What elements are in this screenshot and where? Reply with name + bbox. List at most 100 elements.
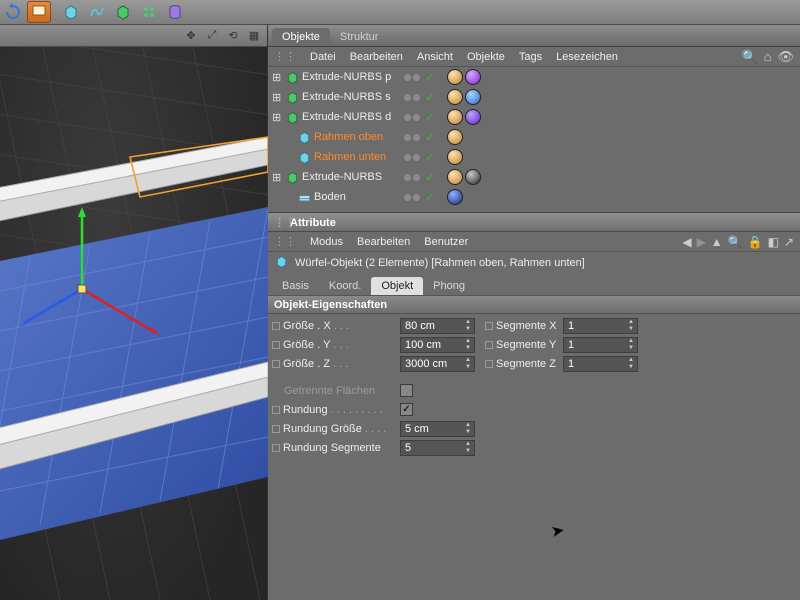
visibility-dots[interactable]: ✓ <box>401 110 441 124</box>
tool-cube[interactable] <box>59 1 83 23</box>
tag-mat-purple[interactable] <box>465 69 481 85</box>
tool-undo[interactable] <box>1 1 25 23</box>
enable-check-icon[interactable]: ✓ <box>425 150 435 164</box>
anim-dot[interactable] <box>272 322 280 330</box>
ext-icon[interactable]: ↗ <box>784 235 794 249</box>
tag-mat-navy[interactable] <box>447 189 463 205</box>
view-rotate-icon[interactable]: ⟲ <box>224 27 242 45</box>
field-size-z[interactable]: 3000 cm▲▼ <box>400 356 475 372</box>
menu-file[interactable]: Datei <box>310 51 336 63</box>
tab-phong[interactable]: Phong <box>423 277 475 295</box>
menu-tags[interactable]: Tags <box>519 51 542 63</box>
tree-row[interactable]: Rahmen unten ✓ <box>268 147 800 167</box>
field-fillet-seg[interactable]: 5▲▼ <box>400 440 475 456</box>
anim-dot[interactable] <box>272 360 280 368</box>
tree-row[interactable]: Boden ✓ <box>268 187 800 207</box>
expand-icon[interactable]: ⊞ <box>272 171 282 184</box>
menu-objects[interactable]: Objekte <box>467 51 505 63</box>
tab-basis[interactable]: Basis <box>272 277 319 295</box>
tree-row[interactable]: ⊞ Extrude-NURBS d ✓ <box>268 107 800 127</box>
tag-phong[interactable] <box>447 149 463 165</box>
checkbox-fillet[interactable] <box>400 403 413 416</box>
object-name[interactable]: Rahmen unten <box>314 151 401 163</box>
tree-row[interactable]: ⊞ Extrude-NURBS s ✓ <box>268 87 800 107</box>
view-zoom-icon[interactable]: ⤢ <box>203 27 221 45</box>
tag-phong[interactable] <box>447 69 463 85</box>
tab-koord[interactable]: Koord. <box>319 277 371 295</box>
expand-icon[interactable]: ⊞ <box>272 91 282 104</box>
anim-dot[interactable] <box>485 360 493 368</box>
tab-objects[interactable]: Objekte <box>272 28 330 46</box>
tool-deformer[interactable] <box>163 1 187 23</box>
menu-edit[interactable]: Bearbeiten <box>357 236 410 248</box>
anim-dot[interactable] <box>272 425 280 433</box>
object-name[interactable]: Extrude-NURBS p <box>302 71 401 83</box>
anim-dot[interactable] <box>272 406 280 414</box>
object-name[interactable]: Boden <box>314 191 401 203</box>
tab-structure[interactable]: Struktur <box>330 28 389 46</box>
enable-check-icon[interactable]: ✓ <box>425 70 435 84</box>
field-seg-z[interactable]: 1▲▼ <box>563 356 638 372</box>
enable-check-icon[interactable]: ✓ <box>425 130 435 144</box>
lock-icon[interactable]: 🔒 <box>748 235 763 249</box>
visibility-dots[interactable]: ✓ <box>401 70 441 84</box>
tool-spline[interactable] <box>85 1 109 23</box>
object-tree[interactable]: ⊞ Extrude-NURBS p ✓ ⊞ Extrude-NURBS s ✓ ⊞ Extru… <box>268 67 800 213</box>
menu-bookmarks[interactable]: Lesezeichen <box>556 51 618 63</box>
field-size-x[interactable]: 80 cm▲▼ <box>400 318 475 334</box>
tool-array[interactable] <box>137 1 161 23</box>
field-size-y[interactable]: 100 cm▲▼ <box>400 337 475 353</box>
new-icon[interactable]: ◧ <box>768 235 779 249</box>
tab-objekt[interactable]: Objekt <box>371 277 423 295</box>
tree-row[interactable]: Rahmen oben ✓ <box>268 127 800 147</box>
visibility-dots[interactable]: ✓ <box>401 90 441 104</box>
expand-icon[interactable]: ⊞ <box>272 71 282 84</box>
visibility-dots[interactable]: ✓ <box>401 170 441 184</box>
tool-live-select[interactable] <box>27 1 51 23</box>
nav-fwd-icon[interactable]: ▶ <box>697 235 706 249</box>
anim-dot[interactable] <box>485 341 493 349</box>
visibility-dots[interactable]: ✓ <box>401 190 441 204</box>
menu-mode[interactable]: Modus <box>310 236 343 248</box>
tag-mat-violet[interactable] <box>465 109 481 125</box>
tag-mat-blue[interactable] <box>465 89 481 105</box>
search-icon[interactable]: 🔍 <box>728 235 743 249</box>
tag-phong[interactable] <box>447 129 463 145</box>
anim-dot[interactable] <box>272 444 280 452</box>
enable-check-icon[interactable]: ✓ <box>425 170 435 184</box>
visibility-dots[interactable]: ✓ <box>401 150 441 164</box>
menu-user[interactable]: Benutzer <box>424 236 468 248</box>
field-fillet-size[interactable]: 5 cm▲▼ <box>400 421 475 437</box>
object-name[interactable]: Rahmen oben <box>314 131 401 143</box>
object-name[interactable]: Extrude-NURBS <box>302 171 401 183</box>
tree-row[interactable]: ⊞ Extrude-NURBS p ✓ <box>268 67 800 87</box>
enable-check-icon[interactable]: ✓ <box>425 90 435 104</box>
view-layout-icon[interactable]: ▦ <box>245 27 263 45</box>
enable-check-icon[interactable]: ✓ <box>425 190 435 204</box>
field-seg-x[interactable]: 1▲▼ <box>563 318 638 334</box>
home-icon[interactable]: ⌂ <box>764 49 772 64</box>
nav-up-icon[interactable]: ▲ <box>711 235 723 249</box>
menu-edit[interactable]: Bearbeiten <box>350 51 403 63</box>
nav-back-icon[interactable]: ◀ <box>682 235 691 249</box>
object-name[interactable]: Extrude-NURBS s <box>302 91 401 103</box>
menu-view[interactable]: Ansicht <box>417 51 453 63</box>
tag-phong[interactable] <box>447 89 463 105</box>
tree-row[interactable]: ⊞ Extrude-NURBS ✓ <box>268 167 800 187</box>
expand-icon[interactable]: ⊞ <box>272 111 282 124</box>
tag-phong[interactable] <box>447 169 463 185</box>
object-name[interactable]: Extrude-NURBS d <box>302 111 401 123</box>
tag-phong[interactable] <box>447 109 463 125</box>
enable-check-icon[interactable]: ✓ <box>425 110 435 124</box>
anim-dot[interactable] <box>485 322 493 330</box>
row-size-y: Größe . Y. . . 100 cm▲▼ Segmente Y 1▲▼ <box>270 335 798 354</box>
anim-dot[interactable] <box>272 341 280 349</box>
eye-icon[interactable]: 👁 <box>777 49 794 65</box>
viewport-3d[interactable]: d s <box>0 47 267 600</box>
visibility-dots[interactable]: ✓ <box>401 130 441 144</box>
tool-nurbs[interactable] <box>111 1 135 23</box>
view-move-icon[interactable]: ✥ <box>182 27 200 45</box>
field-seg-y[interactable]: 1▲▼ <box>563 337 638 353</box>
tag-mat-dark[interactable] <box>465 169 481 185</box>
search-icon[interactable]: 🔍 <box>741 49 757 65</box>
